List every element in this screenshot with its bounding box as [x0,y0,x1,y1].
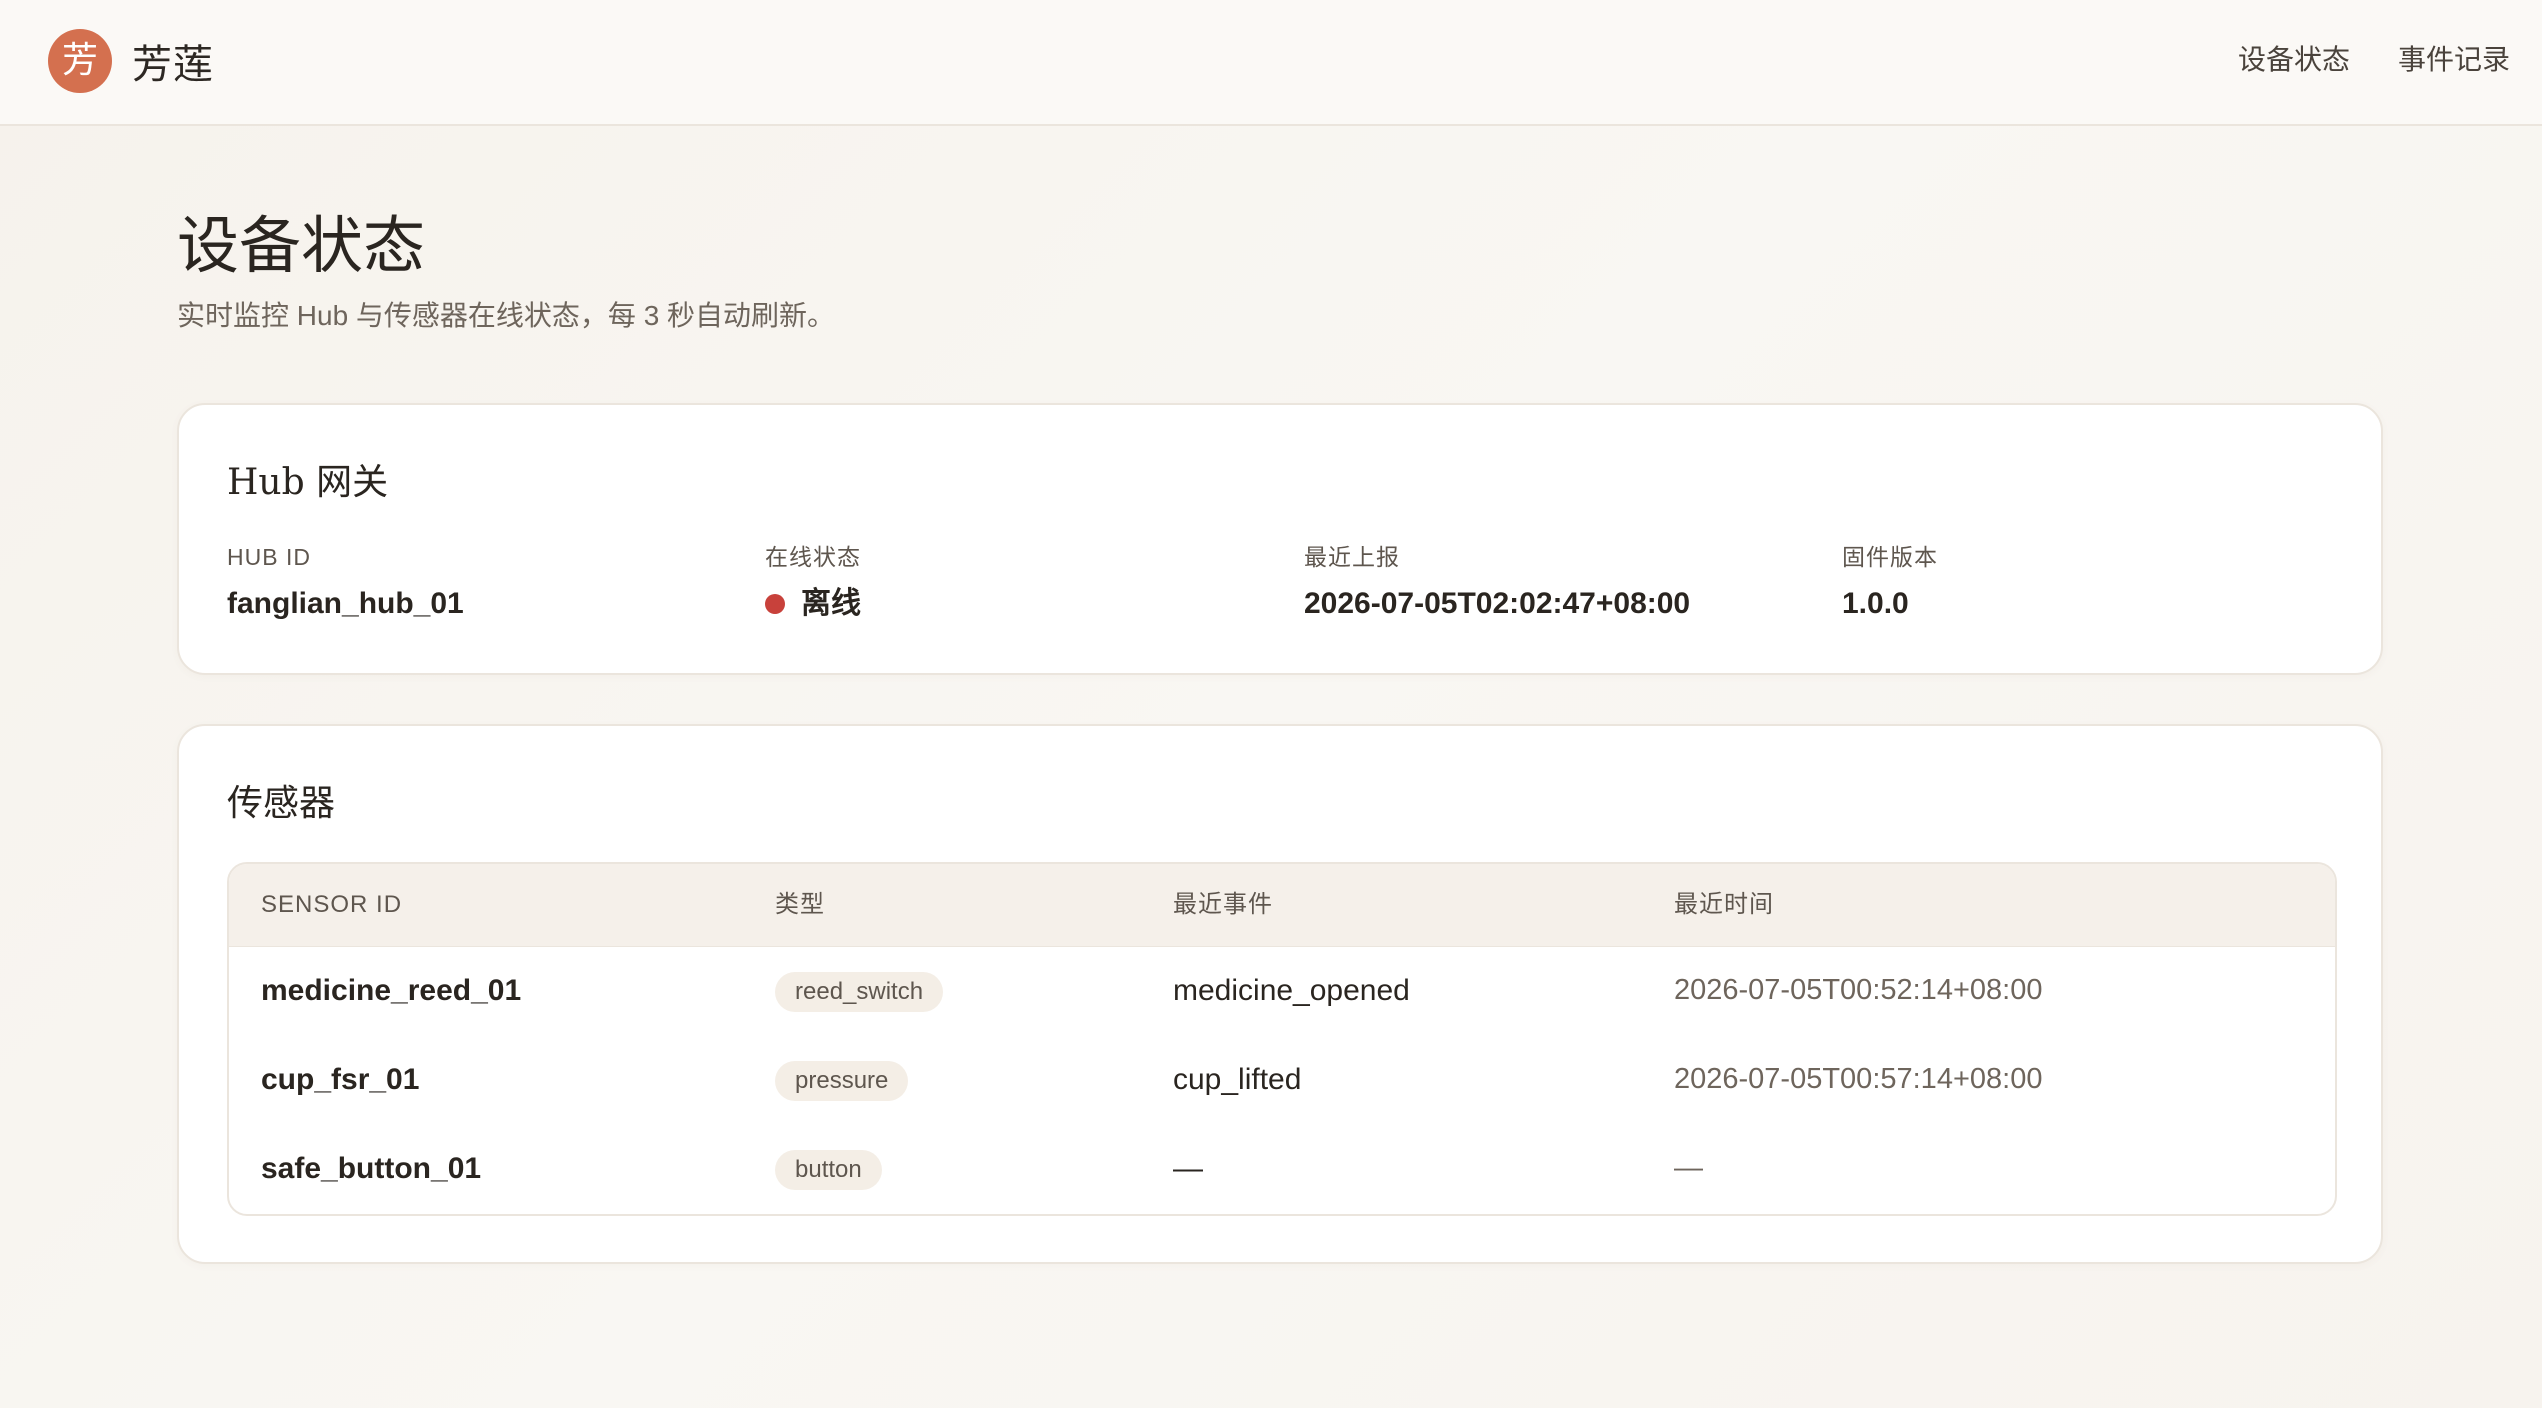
page-subtitle: 实时监控 Hub 与传感器在线状态，每 3 秒自动刷新。 [177,300,836,331]
sensors-card: 传感器 SENSOR ID 类型 最近事件 最近时间 medicine_reed… [177,724,2383,1264]
table-row[interactable]: medicine_reed_01 reed_switch medicine_op… [229,946,2335,1035]
last-report-value: 2026-07-05T02:02:47+08:00 [1304,587,1691,620]
hub-field-id: HUB ID fanglian_hub_01 [227,541,464,625]
column-header-last-time: 最近时间 [1674,891,1774,918]
page-title: 设备状态 [177,209,426,282]
sensor-time-cell: — [1674,1152,1703,1184]
brand-name: 芳莲 [132,42,214,88]
hub-fields: HUB ID fanglian_hub_01 在线状态 离线 最近上报 2026… [227,541,2337,641]
sensor-event-cell: medicine_opened [1173,974,1410,1007]
hub-id-value: fanglian_hub_01 [227,587,464,620]
hub-field-online-status: 在线状态 离线 [765,541,861,625]
table-header: SENSOR ID 类型 最近事件 最近时间 [229,864,2335,947]
brand-logo-icon: 芳 [48,29,112,93]
sensor-type-cell: button [775,1124,882,1213]
hub-card-title: Hub 网关 [227,462,389,503]
sensor-time-cell: 2026-07-05T00:57:14+08:00 [1674,1063,2043,1095]
sensor-event-cell: — [1173,1152,1203,1185]
column-header-last-event: 最近事件 [1173,891,1273,918]
hub-id-label: HUB ID [227,544,311,570]
sensor-time-cell: 2026-07-05T00:52:14+08:00 [1674,974,2043,1006]
sensor-event-cell: cup_lifted [1173,1063,1302,1096]
sensor-type-badge: pressure [775,1061,909,1102]
top-bar: 芳 芳莲 设备状态 事件记录 [0,0,2542,126]
offline-status-dot-icon [765,594,785,614]
firmware-value: 1.0.0 [1842,587,1909,620]
last-report-label: 最近上报 [1304,544,1400,570]
column-header-sensor-id: SENSOR ID [261,891,403,918]
hub-card: Hub 网关 HUB ID fanglian_hub_01 在线状态 离线 最近… [177,403,2383,675]
sensor-id-cell: safe_button_01 [261,1152,482,1185]
hub-field-firmware: 固件版本 1.0.0 [1842,541,1938,625]
online-status-value: 离线 [765,583,861,625]
sensor-type-cell: reed_switch [775,946,944,1035]
online-status-text: 离线 [801,587,861,620]
nav-item-event-log[interactable]: 事件记录 [2398,40,2510,80]
column-header-type: 类型 [775,891,825,918]
top-nav: 设备状态 事件记录 [2238,40,2510,80]
sensor-type-badge: button [775,1150,882,1191]
sensors-card-title: 传感器 [227,783,336,824]
online-status-label: 在线状态 [765,544,861,570]
sensor-id-cell: medicine_reed_01 [261,974,522,1007]
table-row[interactable]: cup_fsr_01 pressure cup_lifted 2026-07-0… [229,1035,2335,1124]
nav-item-device-status[interactable]: 设备状态 [2238,40,2350,80]
sensor-type-cell: pressure [775,1035,909,1124]
brand[interactable]: 芳 芳莲 [48,29,214,93]
hub-field-last-report: 最近上报 2026-07-05T02:02:47+08:00 [1304,541,1690,625]
firmware-label: 固件版本 [1842,544,1938,570]
sensor-type-badge: reed_switch [775,972,944,1013]
sensor-id-cell: cup_fsr_01 [261,1063,420,1096]
sensors-table: SENSOR ID 类型 最近事件 最近时间 medicine_reed_01 … [227,862,2337,1216]
table-row[interactable]: safe_button_01 button — — [229,1124,2335,1213]
